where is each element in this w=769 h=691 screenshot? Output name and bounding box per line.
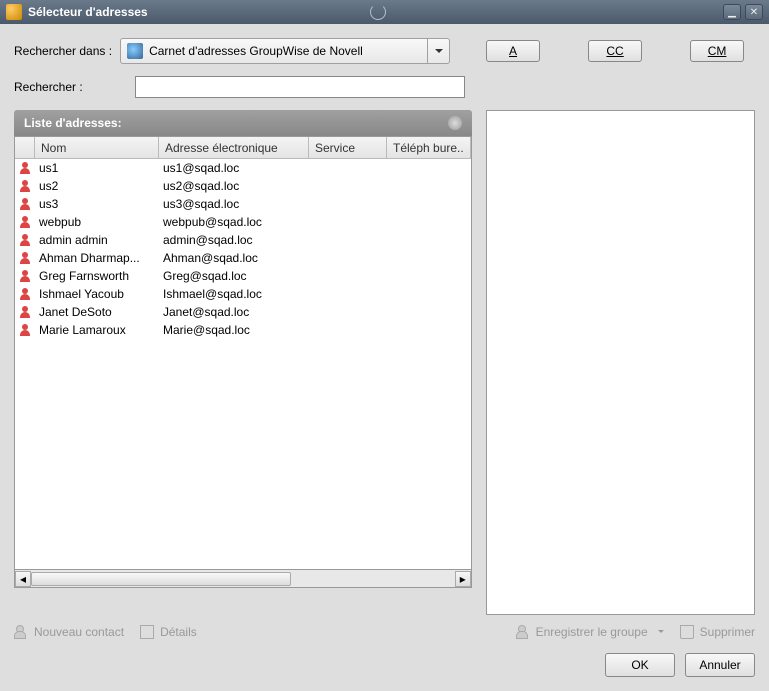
row-email: us3@sqad.loc [159, 197, 309, 211]
table-row[interactable]: Janet DeSotoJanet@sqad.loc [15, 303, 471, 321]
col-phone[interactable]: Téléph bure.. [387, 137, 471, 158]
person-icon [19, 324, 31, 336]
person-icon [19, 180, 31, 192]
person-icon [19, 162, 31, 174]
row-icon [15, 180, 35, 192]
save-group-label: Enregistrer le groupe [536, 625, 648, 639]
row-email: us2@sqad.loc [159, 179, 309, 193]
row-icon [15, 306, 35, 318]
row-icon [15, 198, 35, 210]
person-icon [19, 270, 31, 282]
row-email: us1@sqad.loc [159, 161, 309, 175]
row-name: admin admin [35, 233, 159, 247]
search-input[interactable] [135, 76, 465, 98]
row-email: Marie@sqad.loc [159, 323, 309, 337]
table-row[interactable]: Greg FarnsworthGreg@sqad.loc [15, 267, 471, 285]
cc-button[interactable]: CC [588, 40, 642, 62]
row-icon [15, 252, 35, 264]
col-email[interactable]: Adresse électronique [159, 137, 309, 158]
new-contact-label: Nouveau contact [34, 625, 124, 639]
window-title: Sélecteur d'adresses [28, 5, 366, 19]
group-icon [516, 625, 530, 639]
row-email: Janet@sqad.loc [159, 305, 309, 319]
row-name: Greg Farnsworth [35, 269, 159, 283]
row-name: Janet DeSoto [35, 305, 159, 319]
delete-label: Supprimer [700, 625, 755, 639]
person-icon [19, 306, 31, 318]
row-name: us1 [35, 161, 159, 175]
spiral-icon [370, 4, 386, 20]
details-button[interactable]: Détails [140, 625, 197, 639]
row-email: admin@sqad.loc [159, 233, 309, 247]
person-icon [14, 625, 28, 639]
close-button[interactable]: ✕ [745, 4, 763, 20]
titlebar: Sélecteur d'adresses ▁ ✕ [0, 0, 769, 24]
table-row[interactable]: Marie LamarouxMarie@sqad.loc [15, 321, 471, 339]
person-icon [19, 288, 31, 300]
details-label: Détails [160, 625, 197, 639]
search-label: Rechercher : [14, 80, 127, 94]
row-name: us3 [35, 197, 159, 211]
person-icon [19, 216, 31, 228]
row-name: Ahman Dharmap... [35, 251, 159, 265]
col-icon[interactable] [15, 137, 35, 158]
scroll-right-icon[interactable]: ▸ [455, 571, 471, 587]
table-row[interactable]: admin adminadmin@sqad.loc [15, 231, 471, 249]
horizontal-scrollbar[interactable]: ◂ ▸ [14, 570, 472, 588]
row-name: Marie Lamaroux [35, 323, 159, 337]
row-icon [15, 270, 35, 282]
selected-recipients-box[interactable] [486, 110, 755, 615]
person-icon [19, 234, 31, 246]
minimize-button[interactable]: ▁ [723, 4, 741, 20]
ok-button[interactable]: OK [605, 653, 675, 677]
row-icon [15, 162, 35, 174]
new-contact-button[interactable]: Nouveau contact [14, 625, 124, 639]
chevron-down-icon [654, 625, 664, 639]
table-row[interactable]: Ishmael YacoubIshmael@sqad.loc [15, 285, 471, 303]
grid-header: Nom Adresse électronique Service Téléph … [15, 137, 471, 159]
row-name: Ishmael Yacoub [35, 287, 159, 301]
address-book-icon [127, 43, 143, 59]
address-list-header: Liste d'adresses: [14, 110, 472, 136]
scroll-left-icon[interactable]: ◂ [15, 571, 31, 587]
person-icon [19, 252, 31, 264]
row-email: Ishmael@sqad.loc [159, 287, 309, 301]
row-email: Greg@sqad.loc [159, 269, 309, 283]
row-name: webpub [35, 215, 159, 229]
app-icon [6, 4, 22, 20]
hand-icon [448, 116, 462, 130]
address-book-selected: Carnet d'adresses GroupWise de Novell [149, 44, 427, 58]
table-row[interactable]: us2us2@sqad.loc [15, 177, 471, 195]
combo-arrow-icon[interactable] [427, 39, 449, 63]
row-icon [15, 216, 35, 228]
search-in-label: Rechercher dans : [14, 44, 112, 58]
trash-icon [680, 625, 694, 639]
to-button[interactable]: A [486, 40, 540, 62]
table-row[interactable]: us1us1@sqad.loc [15, 159, 471, 177]
row-name: us2 [35, 179, 159, 193]
address-grid: Nom Adresse électronique Service Téléph … [14, 136, 472, 570]
save-group-button[interactable]: Enregistrer le groupe [516, 625, 664, 639]
col-service[interactable]: Service [309, 137, 387, 158]
row-icon [15, 288, 35, 300]
col-name[interactable]: Nom [35, 137, 159, 158]
row-icon [15, 324, 35, 336]
cancel-button[interactable]: Annuler [685, 653, 755, 677]
row-email: Ahman@sqad.loc [159, 251, 309, 265]
person-icon [19, 198, 31, 210]
details-icon [140, 625, 154, 639]
address-list-header-label: Liste d'adresses: [24, 116, 122, 130]
address-book-combo[interactable]: Carnet d'adresses GroupWise de Novell [120, 38, 450, 64]
delete-button[interactable]: Supprimer [680, 625, 755, 639]
row-icon [15, 234, 35, 246]
table-row[interactable]: Ahman Dharmap...Ahman@sqad.loc [15, 249, 471, 267]
table-row[interactable]: webpubwebpub@sqad.loc [15, 213, 471, 231]
row-email: webpub@sqad.loc [159, 215, 309, 229]
table-row[interactable]: us3us3@sqad.loc [15, 195, 471, 213]
bcc-button[interactable]: CM [690, 40, 744, 62]
scroll-thumb[interactable] [31, 572, 291, 586]
